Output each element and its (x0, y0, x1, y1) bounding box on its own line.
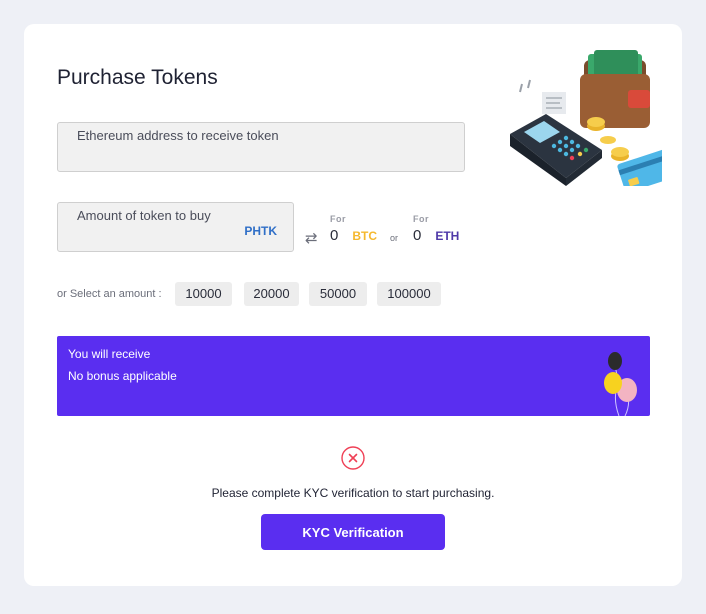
error-circle-x-icon (341, 446, 365, 470)
bonus-status: No bonus applicable (68, 369, 177, 383)
eth-currency: ETH (435, 229, 460, 243)
amount-option-100000[interactable]: 100000 (377, 282, 441, 306)
purchase-tokens-card: Purchase Tokens Ethereum address to rece… (24, 24, 682, 586)
eth-conversion: For 0 ETH (413, 214, 459, 245)
or-label: or (390, 233, 399, 243)
kyc-verification-button[interactable]: KYC Verification (261, 514, 445, 550)
page-title: Purchase Tokens (57, 66, 218, 89)
ethereum-address-label: Ethereum address to receive token (77, 128, 279, 143)
btc-conversion: For 0 BTC (330, 214, 377, 245)
bonus-banner: You will receive No bonus applicable (57, 336, 650, 416)
kyc-warning-message: Please complete KYC verification to star… (211, 486, 495, 500)
eth-for-label: For (413, 214, 429, 224)
wallet-payment-illustration (502, 50, 679, 193)
swap-arrows-icon: ⇄ (305, 230, 318, 247)
balloons-icon (604, 352, 637, 416)
token-amount-label: Amount of token to buy (77, 208, 211, 223)
eth-amount: 0 (413, 227, 422, 244)
amount-option-50000[interactable]: 50000 (309, 282, 367, 306)
token-amount-field[interactable]: Amount of token to buy PHTK (57, 202, 294, 252)
btc-for-label: For (330, 214, 346, 224)
receive-label: You will receive (68, 347, 151, 361)
select-amount-label: or Select an amount : (57, 288, 162, 300)
token-symbol: PHTK (244, 224, 277, 238)
btc-amount: 0 (330, 227, 339, 244)
btc-currency: BTC (352, 229, 378, 243)
amount-option-20000[interactable]: 20000 (244, 282, 299, 306)
amount-option-10000[interactable]: 10000 (175, 282, 232, 306)
ethereum-address-field[interactable]: Ethereum address to receive token (57, 122, 465, 172)
